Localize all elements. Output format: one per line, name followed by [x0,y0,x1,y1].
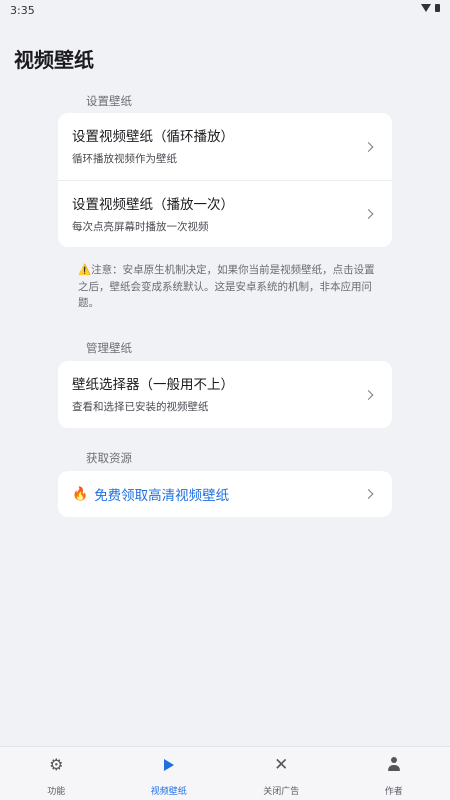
status-bar: 3:35 [0,0,450,22]
warning-icon: ⚠️ [78,264,92,276]
play-icon [163,759,174,771]
chevron-right-icon [363,389,374,400]
chevron-right-icon [363,141,374,152]
battery-icon [435,4,440,12]
item-subtitle: 循环播放视频作为壁纸 [72,153,177,165]
section-label-set: 设置壁纸 [86,94,132,108]
manage-wallpaper-card: 壁纸选择器（一般用不上） 查看和选择已安装的视频壁纸 [58,361,392,428]
notice-body: 注意：安卓原生机制决定，如果你当前是视频壁纸，点击设置之后，壁纸会变成系统默认。… [78,264,375,309]
item-title: 壁纸选择器（一般用不上） [72,377,234,393]
nav-item-close-ads[interactable]: ✕ 关闭广告 [225,747,338,800]
item-subtitle: 每次点亮屏幕时播放一次视频 [72,221,209,233]
nav-label: 作者 [384,787,403,797]
chevron-right-icon [363,209,374,219]
page-title: 视频壁纸 [14,48,94,72]
item-subtitle: 查看和选择已安装的视频壁纸 [72,401,209,413]
fire-icon: 🔥 [72,486,89,502]
set-loop-wallpaper-item[interactable]: 设置视频壁纸（循环播放） 循环播放视频作为壁纸 [58,113,392,180]
nav-label: 关闭广告 [263,787,300,797]
nav-item-features[interactable]: ⚙ 功能 [0,747,113,800]
section-label-manage: 管理壁纸 [86,341,132,355]
section-label-resources: 获取资源 [86,451,132,465]
nav-item-author[interactable]: 作者 [338,747,450,800]
resources-card: 🔥 免费领取高清视频壁纸 [58,471,392,517]
free-wallpaper-link[interactable]: 🔥 免费领取高清视频壁纸 [58,471,392,517]
person-icon [387,757,401,773]
close-icon: ✕ [274,755,289,775]
nav-item-video-wallpaper[interactable]: 视频壁纸 [113,747,226,800]
item-title: 设置视频壁纸（循环播放） [72,129,234,145]
nav-label: 功能 [47,787,66,797]
free-wallpaper-link-label: 免费领取高清视频壁纸 [94,488,230,504]
set-wallpaper-card: 设置视频壁纸（循环播放） 循环播放视频作为壁纸 设置视频壁纸（播放一次） 每次点… [58,113,392,247]
bottom-nav: ⚙ 功能 视频壁纸 ✕ 关闭广告 作者 [0,746,450,800]
nav-label: 视频壁纸 [150,787,187,797]
notice-text: ⚠️注意：安卓原生机制决定，如果你当前是视频壁纸，点击设置之后，壁纸会变成系统默… [78,262,378,312]
status-time: 3:35 [10,4,35,17]
chevron-right-icon [363,489,374,499]
status-icons [421,4,440,12]
wallpaper-picker-item[interactable]: 壁纸选择器（一般用不上） 查看和选择已安装的视频壁纸 [58,361,392,428]
wifi-icon [421,4,431,12]
item-title: 设置视频壁纸（播放一次） [72,197,234,213]
gear-icon: ⚙ [49,755,64,774]
set-once-wallpaper-item[interactable]: 设置视频壁纸（播放一次） 每次点亮屏幕时播放一次视频 [58,180,392,247]
